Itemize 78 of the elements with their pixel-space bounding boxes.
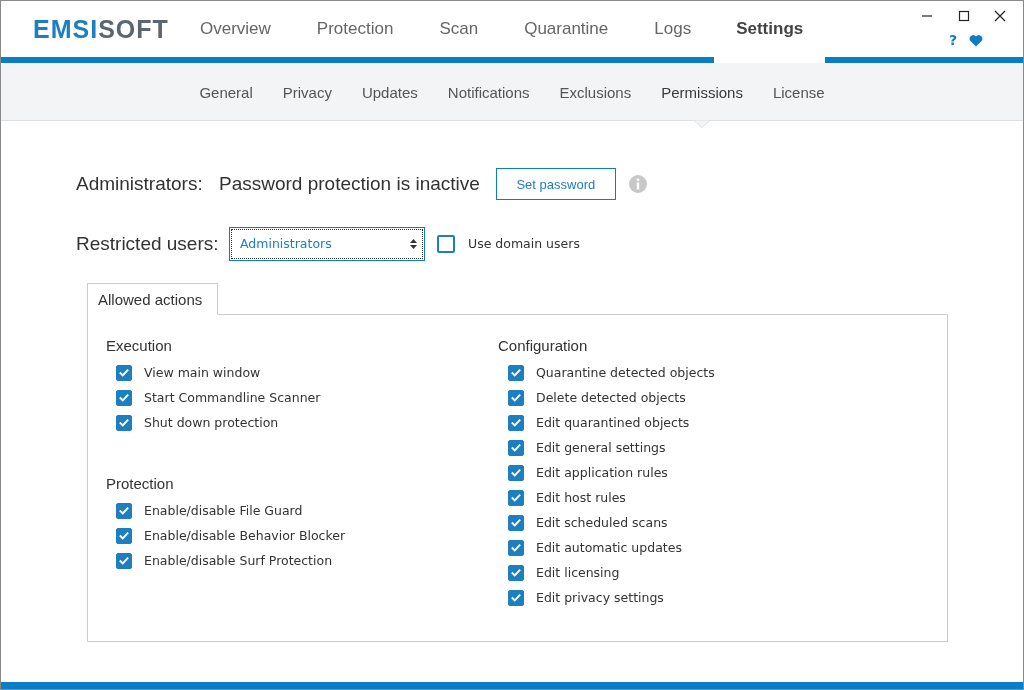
- checkbox-label: Edit scheduled scans: [536, 515, 668, 530]
- checkbox-label: Start Commandline Scanner: [144, 390, 321, 405]
- check-icon: [119, 418, 129, 427]
- checkbox[interactable]: [116, 552, 132, 569]
- check-icon: [511, 393, 521, 402]
- checkbox-label: Use domain users: [468, 236, 580, 251]
- check-icon: [119, 556, 129, 565]
- checkbox-label: Edit host rules: [536, 490, 626, 505]
- checkbox-label: Edit privacy settings: [536, 590, 664, 605]
- check-icon: [511, 418, 521, 427]
- check-icon: [511, 543, 521, 552]
- checkbox[interactable]: [437, 234, 455, 253]
- check-icon: [511, 518, 521, 527]
- checkbox[interactable]: [508, 489, 524, 506]
- checkbox-label: Edit general settings: [536, 440, 666, 455]
- check-icon: [511, 593, 521, 602]
- section-heading: Execution: [106, 337, 173, 354]
- checkbox[interactable]: [508, 439, 524, 456]
- section-heading: Configuration: [498, 337, 589, 354]
- check-icon: [119, 531, 129, 540]
- checkbox[interactable]: [508, 564, 524, 581]
- password-status: Password protection is inactive: [219, 173, 480, 195]
- logo-text: SOFT: [98, 14, 169, 44]
- check-icon: [511, 368, 521, 377]
- check-icon: [511, 568, 521, 577]
- heart-icon[interactable]: [969, 33, 983, 47]
- check-icon: [119, 506, 129, 515]
- checkbox-label: Enable/disable Surf Protection: [144, 553, 333, 568]
- nav-tab[interactable]: Scan: [416, 1, 502, 57]
- close-icon[interactable]: [994, 10, 1006, 22]
- checkbox-label: Delete detected objects: [536, 390, 686, 405]
- subsection-tab[interactable]: Notifications: [432, 63, 545, 128]
- subsection-tab[interactable]: Updates: [346, 63, 433, 128]
- checkbox-label: Quarantine detected objects: [536, 365, 715, 380]
- checkbox[interactable]: [508, 414, 524, 431]
- check-icon: [119, 393, 129, 402]
- nav-tab[interactable]: Protection: [293, 1, 417, 57]
- spinner-arrows-icon[interactable]: [409, 237, 418, 250]
- admin-label: Administrators:: [76, 173, 204, 195]
- subsection-tab[interactable]: Privacy: [267, 63, 347, 128]
- checkbox[interactable]: [508, 514, 524, 531]
- subsection-tab[interactable]: General: [184, 63, 268, 128]
- checkbox-label: Edit licensing: [536, 565, 620, 580]
- maximize-icon[interactable]: [957, 10, 970, 22]
- subsection-tab[interactable]: Permissions: [646, 63, 758, 128]
- checkbox[interactable]: [508, 589, 524, 606]
- subsection-tab[interactable]: Exclusions: [544, 63, 647, 128]
- checkbox[interactable]: [508, 464, 524, 481]
- checkbox[interactable]: [116, 389, 132, 406]
- nav-tab[interactable]: Quarantine: [501, 1, 632, 57]
- checkbox-label: Edit application rules: [536, 465, 668, 480]
- check-icon: [119, 368, 129, 377]
- check-icon: [511, 493, 521, 502]
- checkbox-label: View main window: [144, 365, 261, 380]
- checkbox-label: Edit quarantined objects: [536, 415, 690, 430]
- checkbox-label: Enable/disable File Guard: [144, 503, 303, 518]
- check-icon: [511, 468, 521, 477]
- checkbox[interactable]: [508, 389, 524, 406]
- checkbox-label: Shut down protection: [144, 415, 279, 430]
- checkbox[interactable]: [116, 364, 132, 381]
- checkbox[interactable]: [116, 527, 132, 544]
- check-icon: [511, 443, 521, 452]
- checkbox-label: Enable/disable Behavior Blocker: [144, 528, 346, 543]
- checkbox[interactable]: [116, 414, 132, 431]
- checkbox[interactable]: [508, 539, 524, 556]
- set-password-button[interactable]: Set password: [495, 168, 616, 200]
- section-heading: Protection: [106, 475, 175, 492]
- nav-tab[interactable]: Overview: [177, 1, 294, 57]
- checkbox[interactable]: [508, 364, 524, 381]
- help-button[interactable]: ?: [949, 32, 958, 48]
- checkbox[interactable]: [116, 502, 132, 519]
- checkbox-label: Edit automatic updates: [536, 540, 682, 555]
- users-dropdown[interactable]: Administrators: [229, 226, 425, 261]
- nav-tab[interactable]: Logs: [631, 1, 715, 57]
- allowed-actions-tab[interactable]: Allowed actions: [87, 283, 218, 315]
- logo-text: EMSI: [33, 14, 99, 44]
- restricted-users-label: Restricted users:: [76, 232, 220, 255]
- subsection-tab[interactable]: License: [757, 63, 840, 128]
